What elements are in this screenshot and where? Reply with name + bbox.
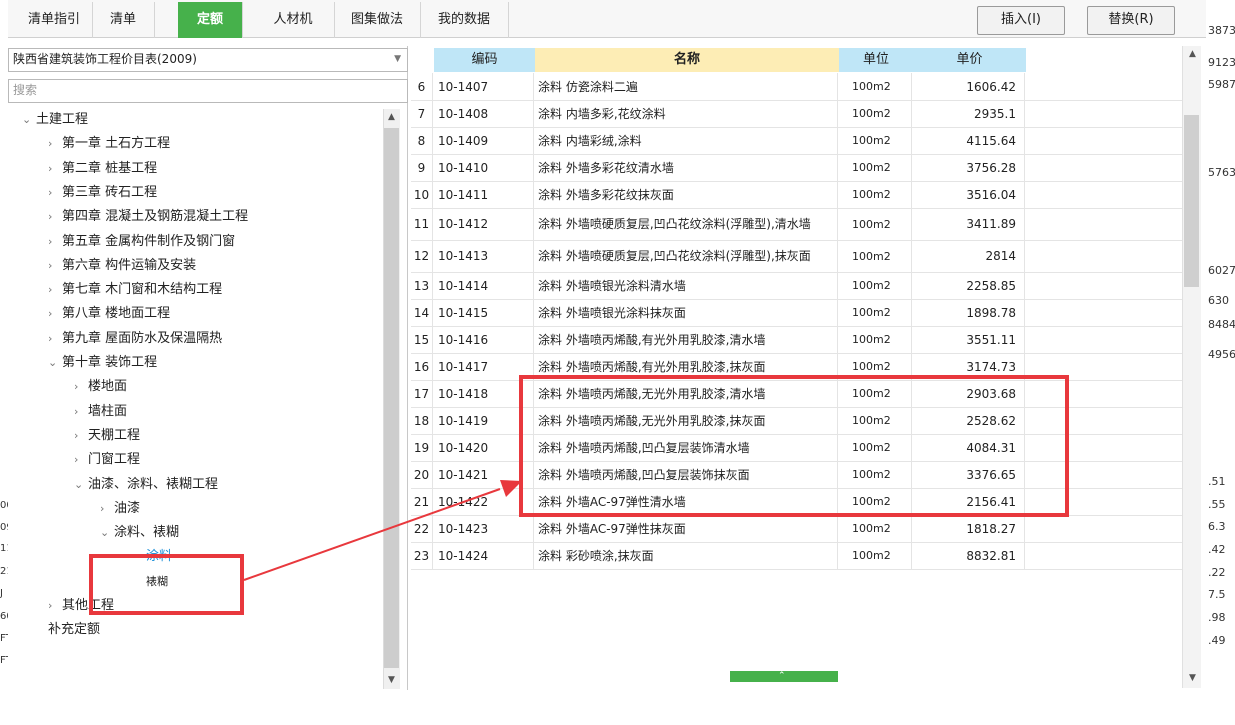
annotation-arrow — [243, 480, 522, 581]
